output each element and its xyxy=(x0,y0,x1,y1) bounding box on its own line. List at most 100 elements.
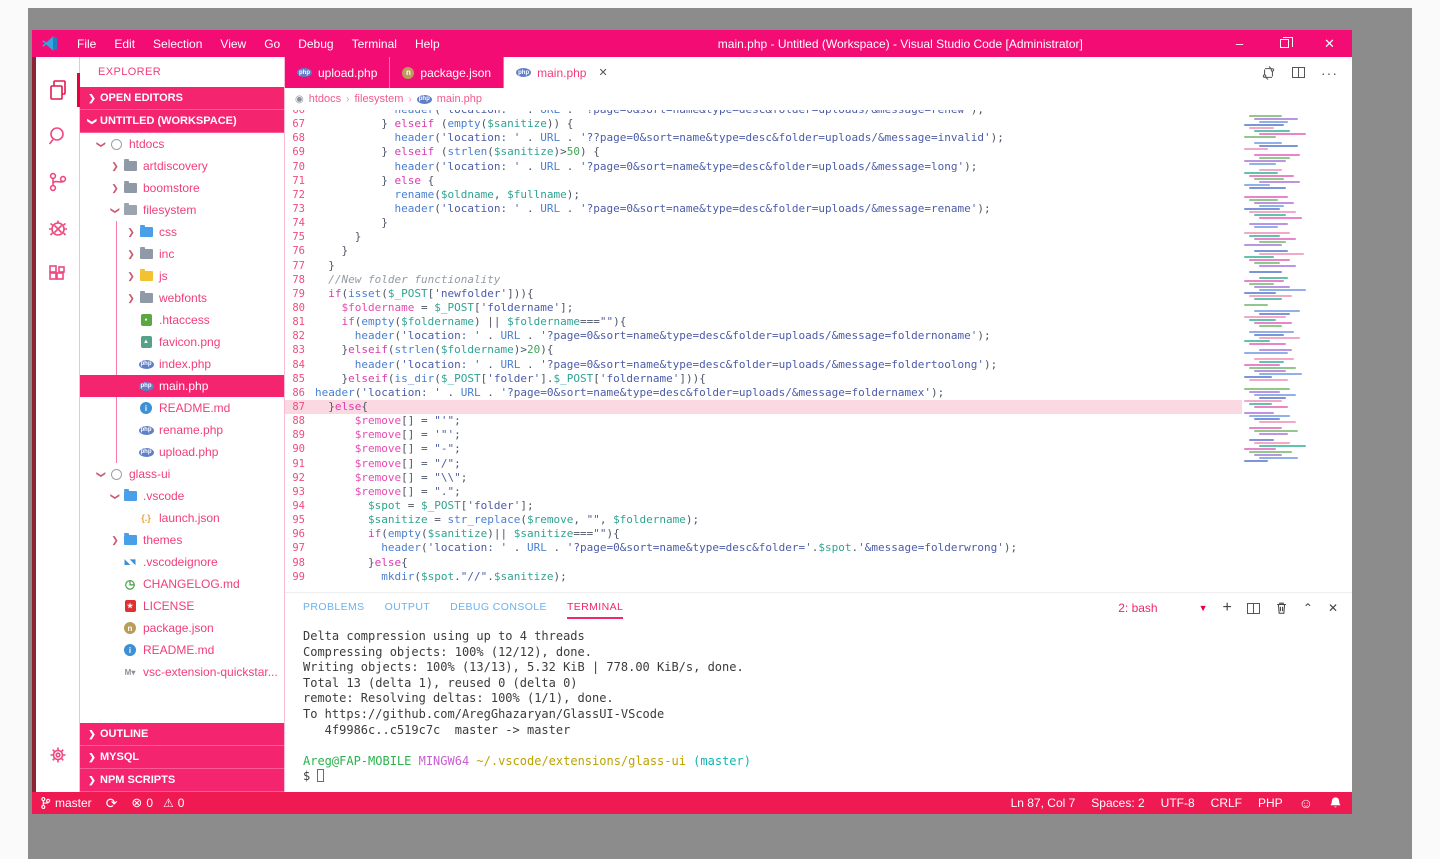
activity-extensions-button[interactable] xyxy=(36,251,80,297)
panel-tab-debug-console[interactable]: DEBUG CONSOLE xyxy=(450,597,547,619)
menu-help[interactable]: Help xyxy=(406,30,449,57)
code-line-67[interactable]: 67 } elseif (empty($sanitize)) { xyxy=(285,117,1242,131)
code-line-77[interactable]: 77 } xyxy=(285,259,1242,273)
settings-gear-button[interactable] xyxy=(36,732,80,778)
code-editor[interactable]: 66 header('location: ' . URL . '?page=0&… xyxy=(285,110,1352,592)
menu-file[interactable]: File xyxy=(68,30,105,57)
kill-terminal-trash-icon[interactable] xyxy=(1275,601,1288,615)
activity-search-button[interactable] xyxy=(36,113,80,159)
indentation-setting[interactable]: Spaces: 2 xyxy=(1091,796,1144,810)
tree-item-themes[interactable]: ❯themes xyxy=(80,529,284,551)
split-editor-icon[interactable] xyxy=(1292,67,1305,78)
feedback-smiley-icon[interactable]: ☺ xyxy=(1299,795,1313,811)
code-line-99[interactable]: 99 mkdir($spot."//".$sanitize); xyxy=(285,570,1242,584)
code-line-83[interactable]: 83 }elseif(strlen($foldername)>20){ xyxy=(285,343,1242,357)
activity-source-control-button[interactable] xyxy=(36,159,80,205)
code-line-76[interactable]: 76 } xyxy=(285,244,1242,258)
workspace-section[interactable]: ❯ UNTITLED (WORKSPACE) xyxy=(80,110,284,133)
eol-setting[interactable]: CRLF xyxy=(1211,796,1242,810)
open-changes-icon[interactable] xyxy=(1261,66,1276,80)
code-line-87[interactable]: 87 }else{ xyxy=(285,400,1242,414)
code-line-92[interactable]: 92 $remove[] = "\\"; xyxy=(285,471,1242,485)
tree-item-filesystem[interactable]: ❯filesystem xyxy=(80,199,284,221)
code-line-78[interactable]: 78 //New folder functionality xyxy=(285,273,1242,287)
minimap[interactable] xyxy=(1244,112,1292,582)
code-line-96[interactable]: 96 if(empty($sanitize)|| $sanitize==="")… xyxy=(285,527,1242,541)
code-line-75[interactable]: 75 } xyxy=(285,230,1242,244)
tree-item-vsc-extension-quickstar-[interactable]: M▾vsc-extension-quickstar... xyxy=(80,661,284,683)
panel-tab-terminal[interactable]: TERMINAL xyxy=(567,597,623,619)
sidebar-section-outline[interactable]: ❯OUTLINE xyxy=(80,723,284,746)
code-line-70[interactable]: 70 header('location: ' . URL . '?page=0&… xyxy=(285,160,1242,174)
activity-debug-button[interactable] xyxy=(36,205,80,251)
tree-item-package-json[interactable]: npackage.json xyxy=(80,617,284,639)
code-line-90[interactable]: 90 $remove[] = "-"; xyxy=(285,442,1242,456)
error-count[interactable]: ⊗ 0 ⚠ 0 xyxy=(131,795,184,811)
code-line-69[interactable]: 69 } elseif (strlen($sanitize)>50) { xyxy=(285,145,1242,159)
tree-item-license[interactable]: ★LICENSE xyxy=(80,595,284,617)
tree-item-inc[interactable]: ❯inc xyxy=(80,243,284,265)
code-line-84[interactable]: 84 header('location: ' . URL . '?page=0&… xyxy=(285,358,1242,372)
tree-item-glass-ui[interactable]: ❯glass-ui xyxy=(80,463,284,485)
tree-item-readme-md[interactable]: iREADME.md xyxy=(80,397,284,419)
split-terminal-icon[interactable] xyxy=(1247,603,1260,614)
cursor-position[interactable]: Ln 87, Col 7 xyxy=(1011,796,1076,810)
tree-item-css[interactable]: ❯css xyxy=(80,221,284,243)
minimize-button[interactable]: – xyxy=(1217,30,1262,57)
code-line-66[interactable]: 66 header('location: ' . URL . '?page=0&… xyxy=(285,110,1242,117)
git-branch-status[interactable]: master xyxy=(40,796,92,810)
menu-edit[interactable]: Edit xyxy=(105,30,144,57)
breadcrumb-item[interactable]: filesystem xyxy=(355,93,404,105)
code-line-79[interactable]: 79 if(isset($_POST['newfolder'])){ xyxy=(285,287,1242,301)
panel-tab-output[interactable]: OUTPUT xyxy=(385,597,431,619)
close-button[interactable]: ✕ xyxy=(1307,30,1352,57)
terminal-selector[interactable]: 2: bash xyxy=(1118,601,1157,615)
restore-button[interactable] xyxy=(1262,30,1307,57)
breadcrumb-item[interactable]: main.php xyxy=(437,93,482,105)
tab-main.php[interactable]: phpmain.php✕ xyxy=(504,57,620,88)
tree-item-rename-php[interactable]: phprename.php xyxy=(80,419,284,441)
breadcrumb-item[interactable]: htdocs xyxy=(309,93,341,105)
sidebar-section-npm-scripts[interactable]: ❯NPM SCRIPTS xyxy=(80,769,284,792)
code-line-81[interactable]: 81 if(empty($foldername) || $foldername=… xyxy=(285,315,1242,329)
code-line-88[interactable]: 88 $remove[] = "'"; xyxy=(285,414,1242,428)
new-terminal-icon[interactable]: + xyxy=(1223,599,1232,617)
activity-explorer-button[interactable] xyxy=(36,67,80,113)
tree-item-favicon-png[interactable]: ▲favicon.png xyxy=(80,331,284,353)
tab-upload.php[interactable]: phpupload.php xyxy=(285,57,390,88)
tree-item-main-php[interactable]: phpmain.php xyxy=(80,375,284,397)
code-line-95[interactable]: 95 $sanitize = str_replace($remove, "", … xyxy=(285,513,1242,527)
panel-tab-problems[interactable]: PROBLEMS xyxy=(303,597,365,619)
tree-item-htdocs[interactable]: ❯htdocs xyxy=(80,133,284,155)
tree-item--vscode[interactable]: ❯.vscode xyxy=(80,485,284,507)
code-line-91[interactable]: 91 $remove[] = "/"; xyxy=(285,457,1242,471)
tab-package.json[interactable]: npackage.json xyxy=(390,57,504,88)
close-panel-icon[interactable]: ✕ xyxy=(1328,601,1338,615)
code-line-86[interactable]: 86header('location: ' . URL . '?page=0&s… xyxy=(285,386,1242,400)
terminal-output[interactable]: Delta compression using up to 4 threadsC… xyxy=(285,623,1352,792)
sync-status[interactable]: ⟳ xyxy=(106,795,118,812)
code-line-94[interactable]: 94 $spot = $_POST['folder']; xyxy=(285,499,1242,513)
code-line-72[interactable]: 72 rename($oldname, $fullname); xyxy=(285,188,1242,202)
close-tab-icon[interactable]: ✕ xyxy=(598,66,607,79)
menu-selection[interactable]: Selection xyxy=(144,30,211,57)
tree-item-webfonts[interactable]: ❯webfonts xyxy=(80,287,284,309)
code-line-98[interactable]: 98 }else{ xyxy=(285,556,1242,570)
code-line-82[interactable]: 82 header('location: ' . URL . '?page=0&… xyxy=(285,329,1242,343)
code-line-80[interactable]: 80 $foldername = $_POST['foldername']; xyxy=(285,301,1242,315)
code-line-93[interactable]: 93 $remove[] = "."; xyxy=(285,485,1242,499)
code-line-85[interactable]: 85 }elseif(is_dir($_POST['folder'].$_POS… xyxy=(285,372,1242,386)
terminal-dropdown-icon[interactable]: ▼ xyxy=(1199,603,1208,613)
terminal-input-line[interactable]: $ xyxy=(303,769,1352,785)
menu-debug[interactable]: Debug xyxy=(289,30,342,57)
tree-item-changelog-md[interactable]: ◷CHANGELOG.md xyxy=(80,573,284,595)
tree-item-js[interactable]: ❯js xyxy=(80,265,284,287)
tree-item--htaccess[interactable]: ●.htaccess xyxy=(80,309,284,331)
code-line-68[interactable]: 68 header('location: ' . URL . '??page=0… xyxy=(285,131,1242,145)
tree-item-launch-json[interactable]: {.}launch.json xyxy=(80,507,284,529)
menu-view[interactable]: View xyxy=(211,30,255,57)
notifications-bell[interactable] xyxy=(1329,796,1342,810)
menu-go[interactable]: Go xyxy=(255,30,289,57)
open-editors-section[interactable]: ❯ OPEN EDITORS xyxy=(80,87,284,110)
code-line-71[interactable]: 71 } else { xyxy=(285,174,1242,188)
